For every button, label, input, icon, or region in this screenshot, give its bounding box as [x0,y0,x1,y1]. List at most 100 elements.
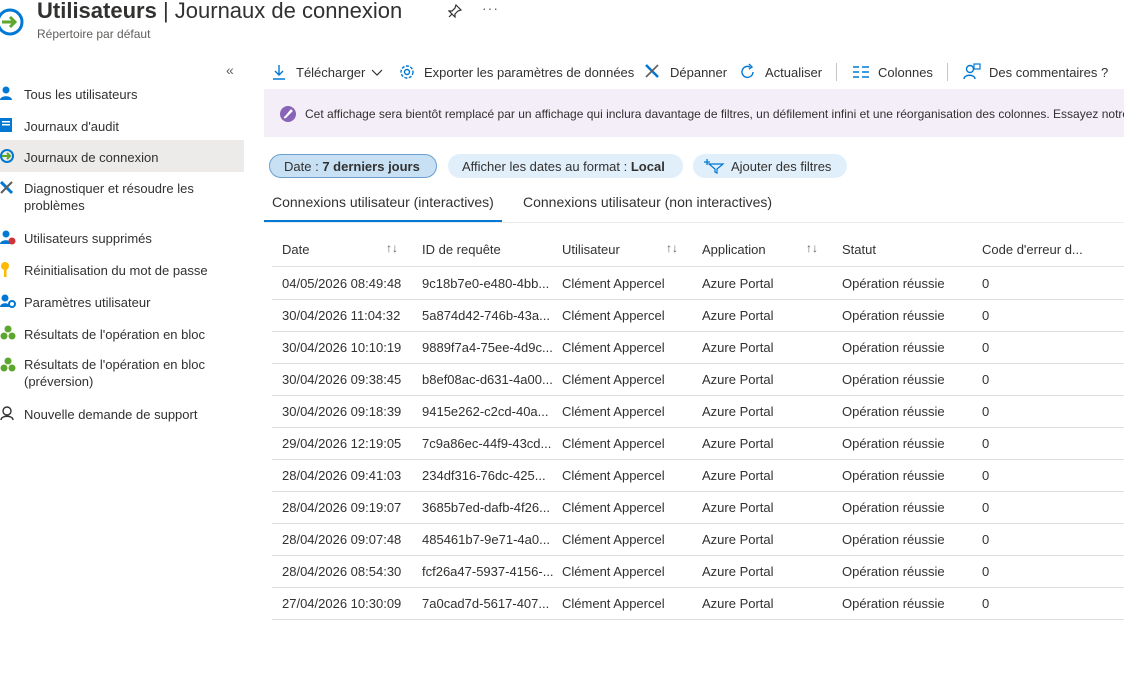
download-button[interactable]: Télécharger [270,60,384,84]
sidebar-item-bulk-results[interactable]: Résultats de l'opération en bloc [0,322,244,346]
sidebar-item-all-users[interactable]: Tous les utilisateurs [0,82,244,106]
refresh-icon [741,63,754,79]
table-row[interactable]: 28/04/2026 09:19:07 3685b7ed-dafb-4f26...… [272,491,1124,524]
cell-error-code: 0 [982,564,990,579]
cell-application: Azure Portal [702,404,774,419]
page-title-main: Utilisateurs [37,0,157,23]
sidebar-item-label: Résultats de l'opération en bloc (préver… [24,357,205,389]
add-filter-icon [704,159,725,174]
cell-date: 30/04/2026 09:38:45 [282,372,402,387]
table-row[interactable]: 29/04/2026 12:19:05 7c9a86ec-44f9-43cd...… [272,427,1124,460]
cell-date: 30/04/2026 11:04:32 [282,308,401,323]
cell-request-id: 9c18b7e0-e480-4bb... [422,276,550,291]
support-icon [0,406,14,421]
more-options-button[interactable]: ··· [482,0,499,16]
sidebar-item-user-settings[interactable]: Paramètres utilisateur [0,290,244,314]
table-row[interactable]: 30/04/2026 09:18:39 9415e262-c2cd-40a... C… [272,395,1124,428]
date-filter-label: Date : [284,158,319,174]
date-format-pill[interactable]: Afficher les dates au format : Local [448,154,683,178]
cell-request-id: 3685b7ed-dafb-4f26... [422,500,550,515]
cell-status: Opération réussie [842,436,945,451]
table-row[interactable]: 30/04/2026 09:38:45 b8ef08ac-d631-4a00...… [272,363,1124,396]
sidebar-item-label: Utilisateurs supprimés [24,231,152,246]
cell-user: Clément Appercel [562,564,665,579]
sidebar-item-password-reset[interactable]: Réinitialisation du mot de passe [0,258,244,282]
cell-application: Azure Portal [702,564,774,579]
sidebar-item-audit-logs[interactable]: Journaux d'audit [0,114,244,138]
column-header-application[interactable]: Application [702,242,766,257]
cell-user: Clément Appercel [562,468,665,483]
tab-interactive-sign-ins[interactable]: Connexions utilisateur (interactives) [264,194,502,222]
table-row[interactable]: 30/04/2026 10:10:19 9889f7a4-75ee-4d9c...… [272,331,1124,364]
cell-date: 29/04/2026 12:19:05 [282,436,402,451]
wrench-icon [0,181,14,195]
add-filters-button[interactable]: Ajouter des filtres [693,154,847,178]
feedback-button[interactable]: Des commentaires ? [963,60,1108,84]
date-filter-value: 7 derniers jours [322,158,420,174]
column-header-user[interactable]: Utilisateur [562,242,620,257]
table-row[interactable]: 27/04/2026 10:30:09 7a0cad7d-5617-407... C… [272,587,1124,620]
cell-error-code: 0 [982,596,990,611]
export-settings-button[interactable]: Exporter les paramètres de données [398,60,634,84]
feedback-icon [963,63,981,80]
info-banner: Cet affichage sera bientôt remplacé par … [264,89,1124,137]
sidebar-item-diagnose[interactable]: Diagnostiquer et résoudre les problèmes [0,178,244,218]
column-header-error-code[interactable]: Code d'erreur d... [982,242,1083,257]
cell-application: Azure Portal [702,436,774,451]
sidebar-item-deleted-users[interactable]: Utilisateurs supprimés [0,226,244,250]
cell-status: Opération réussie [842,564,945,579]
toolbar-divider [836,63,837,81]
cell-date: 27/04/2026 10:30:09 [282,596,402,611]
cell-status: Opération réussie [842,276,945,291]
sidebar-item-label: Journaux de connexion [24,150,159,165]
sort-icon[interactable]: ↑↓ [666,241,678,255]
pin-icon[interactable] [448,4,462,18]
sidebar-item-sign-in-logs[interactable]: Journaux de connexion [0,140,244,172]
sort-icon[interactable]: ↑↓ [386,241,398,255]
table-row[interactable]: 28/04/2026 08:54:30 fcf26a47-5937-4156-..… [272,555,1124,588]
column-header-date[interactable]: Date [282,242,309,257]
table-row[interactable]: 30/04/2026 11:04:32 5a874d42-746b-43a... C… [272,299,1124,332]
troubleshoot-button[interactable]: Dépanner [644,60,727,84]
table-row[interactable]: 28/04/2026 09:41:03 234df316-76dc-425... C… [272,459,1124,492]
sidebar-item-label: Diagnostiquer et résoudre les problèmes [24,181,194,213]
cell-user: Clément Appercel [562,436,665,451]
cell-application: Azure Portal [702,532,774,547]
cell-status: Opération réussie [842,532,945,547]
key-icon [1,262,9,277]
cell-user: Clément Appercel [562,276,665,291]
user-settings-icon [0,294,16,308]
sidebar-item-bulk-results-preview[interactable]: Résultats de l'opération en bloc (préver… [0,354,244,394]
sidebar-item-label: Nouvelle demande de support [24,407,198,422]
cell-date: 28/04/2026 09:41:03 [282,468,402,483]
table-row[interactable]: 04/05/2026 08:49:48 9c18b7e0-e480-4bb... C… [272,267,1124,300]
refresh-button[interactable]: Actualiser [739,60,822,84]
date-filter-pill[interactable]: Date : 7 derniers jours [269,154,437,178]
cell-date: 30/04/2026 09:18:39 [282,404,402,419]
sidebar-item-label: Paramètres utilisateur [24,295,151,310]
cell-request-id: 5a874d42-746b-43a... [422,308,550,323]
collapse-sidebar-button[interactable]: « [226,62,234,78]
table-row[interactable]: 28/04/2026 09:07:48 485461b7-9e71-4a0... C… [272,523,1124,556]
cell-status: Opération réussie [842,372,945,387]
rocket-icon [280,106,296,122]
cell-error-code: 0 [982,500,990,515]
cell-user: Clément Appercel [562,340,665,355]
column-header-status[interactable]: Statut [842,242,876,257]
sort-icon[interactable]: ↑↓ [806,241,818,255]
cell-error-code: 0 [982,436,990,451]
sidebar-item-new-support-request[interactable]: Nouvelle demande de support [0,402,244,426]
sign-in-logo-icon [0,8,24,36]
page-header: Utilisateurs | Journaux de connexion Rép… [0,0,700,48]
tab-non-interactive-sign-ins[interactable]: Connexions utilisateur (non interactives… [523,194,772,210]
add-filters-label: Ajouter des filtres [731,158,832,174]
cell-user: Clément Appercel [562,500,665,515]
cell-status: Opération réussie [842,468,945,483]
date-format-label: Afficher les dates au format : [462,158,628,174]
column-header-request-id[interactable]: ID de requête [422,242,501,257]
export-settings-label: Exporter les paramètres de données [424,64,635,80]
cell-status: Opération réussie [842,308,945,323]
cell-date: 04/05/2026 08:49:48 [282,276,402,291]
columns-button[interactable]: Colonnes [852,60,933,84]
bulk-operation-icon [0,325,16,340]
